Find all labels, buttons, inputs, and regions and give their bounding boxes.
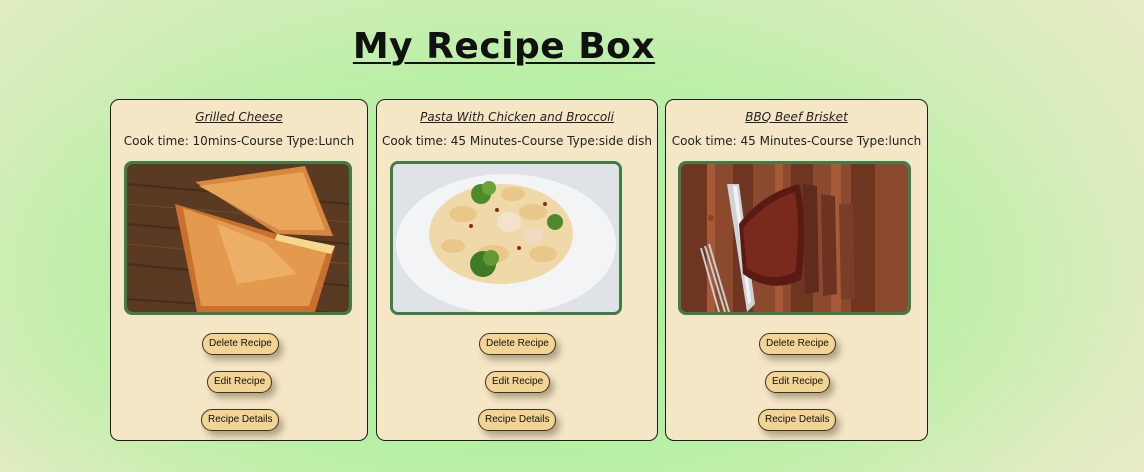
delete-recipe-button[interactable]: Delete Recipe <box>759 333 836 355</box>
edit-recipe-button[interactable]: Edit Recipe <box>207 371 273 393</box>
delete-recipe-button[interactable]: Delete Recipe <box>202 333 279 355</box>
recipe-card: Pasta With Chicken and Broccoli Cook tim… <box>376 99 658 441</box>
page-title: My Recipe Box <box>352 26 656 68</box>
recipe-card: Grilled Cheese Cook time: 10mins-Course … <box>110 99 368 441</box>
edit-recipe-button[interactable]: Edit Recipe <box>485 371 551 393</box>
recipe-title[interactable]: BBQ Beef Brisket <box>666 110 927 124</box>
recipe-photo-bbq-beef-brisket <box>678 161 911 315</box>
recipe-details-button[interactable]: Recipe Details <box>758 409 837 431</box>
recipe-photo-grilled-cheese <box>124 161 352 315</box>
delete-recipe-button[interactable]: Delete Recipe <box>479 333 556 355</box>
recipe-title[interactable]: Grilled Cheese <box>111 110 367 124</box>
recipe-title[interactable]: Pasta With Chicken and Broccoli <box>377 110 657 124</box>
recipe-details-button[interactable]: Recipe Details <box>201 409 280 431</box>
recipe-meta: Cook time: 10mins-Course Type:Lunch <box>123 134 355 148</box>
recipe-photo-pasta-chicken-broccoli <box>390 161 622 315</box>
recipe-card: BBQ Beef Brisket Cook time: 45 Minutes-C… <box>665 99 928 441</box>
recipe-meta: Cook time: 45 Minutes-Course Type:side d… <box>382 134 652 148</box>
recipe-details-button[interactable]: Recipe Details <box>478 409 557 431</box>
edit-recipe-button[interactable]: Edit Recipe <box>765 371 831 393</box>
recipe-meta: Cook time: 45 Minutes-Course Type:lunch <box>671 134 922 148</box>
